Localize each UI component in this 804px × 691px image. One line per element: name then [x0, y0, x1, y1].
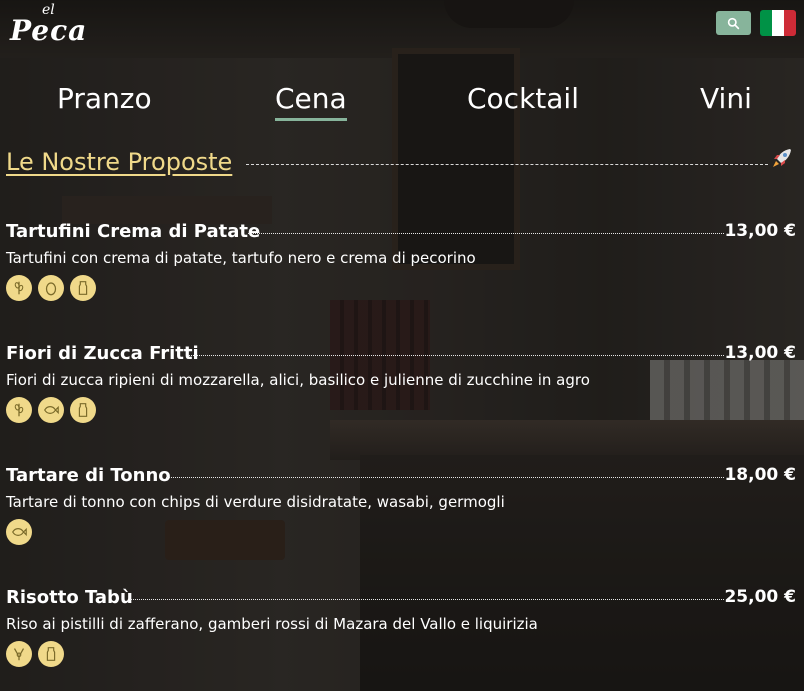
dotted-leader — [166, 477, 724, 478]
italian-flag-language-button[interactable] — [760, 10, 796, 36]
nav-cena[interactable]: Cena — [275, 82, 347, 121]
menu-item: Tartufini Crema di Patate 13,00 € Tartuf… — [6, 221, 796, 301]
egg-icon — [38, 275, 64, 301]
fish-icon — [6, 519, 32, 545]
menu-item-name: Tartufini Crema di Patate — [6, 221, 261, 242]
main-nav: Pranzo Cena Cocktail Vini — [0, 82, 804, 122]
search-icon — [727, 17, 740, 29]
wheat-icon — [6, 397, 32, 423]
menu-item-price: 13,00 € — [724, 343, 796, 363]
rocket-icon — [773, 149, 791, 167]
milk-icon — [70, 397, 96, 423]
search-button[interactable] — [716, 11, 751, 35]
menu-item: Tartare di Tonno 18,00 € Tartare di tonn… — [6, 465, 796, 545]
allergen-icons — [6, 641, 796, 667]
allergen-icons — [6, 397, 796, 423]
menu-item-price: 18,00 € — [724, 465, 796, 485]
dotted-leader — [248, 233, 724, 234]
menu-item-description: Tartare di tonno con chips di verdure di… — [6, 493, 505, 511]
dotted-leader — [188, 355, 724, 356]
milk-icon — [70, 275, 96, 301]
allergen-icons — [6, 519, 796, 545]
section-divider — [246, 164, 768, 165]
milk-icon — [38, 641, 64, 667]
shellfish-icon — [6, 641, 32, 667]
menu-item-description: Fiori di zucca ripieni di mozzarella, al… — [6, 371, 590, 389]
nav-pranzo[interactable]: Pranzo — [57, 82, 152, 115]
menu-item-description: Riso ai pistilli di zafferano, gamberi r… — [6, 615, 538, 633]
menu-item-price: 13,00 € — [724, 221, 796, 241]
dotted-leader — [130, 599, 724, 600]
menu-item: Risotto Tabù 25,00 € Riso ai pistilli di… — [6, 587, 796, 667]
fish-icon — [38, 397, 64, 423]
menu-item: Fiori di Zucca Fritti 13,00 € Fiori di z… — [6, 343, 796, 423]
nav-vini[interactable]: Vini — [700, 82, 752, 115]
wheat-icon — [6, 275, 32, 301]
section-header: Le Nostre Proposte — [6, 148, 796, 184]
menu-item-name: Fiori di Zucca Fritti — [6, 343, 199, 364]
section-title: Le Nostre Proposte — [6, 148, 233, 176]
allergen-icons — [6, 275, 796, 301]
menu-item-description: Tartufini con crema di patate, tartufo n… — [6, 249, 476, 267]
menu-item-name: Risotto Tabù — [6, 587, 133, 608]
nav-cocktail[interactable]: Cocktail — [467, 82, 579, 115]
menu-item-name: Tartare di Tonno — [6, 465, 171, 486]
menu-item-price: 25,00 € — [724, 587, 796, 607]
logo-name: Peca — [10, 14, 88, 47]
logo[interactable]: el Peca — [8, 2, 92, 54]
